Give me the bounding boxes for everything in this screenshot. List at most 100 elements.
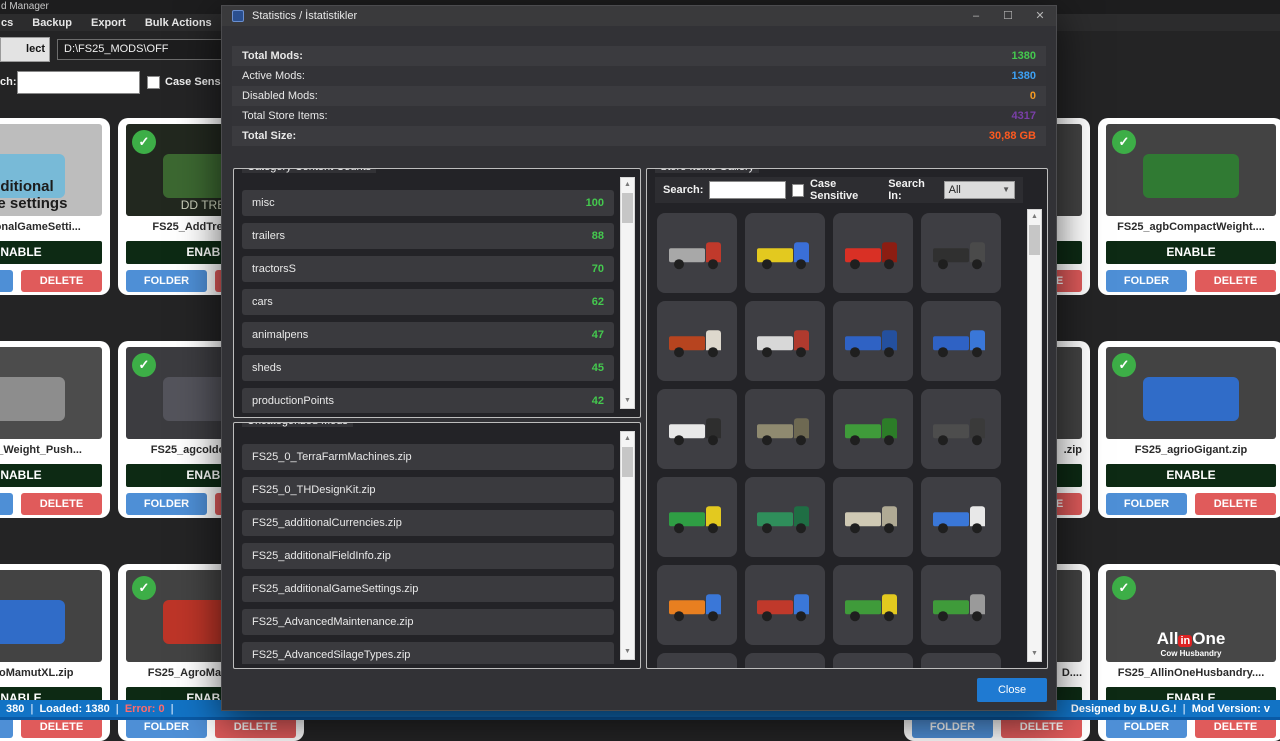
folder-button[interactable]: FOLDER [126,493,207,515]
vehicle-wheel [850,435,860,445]
store-item-tile[interactable] [657,213,737,293]
store-item-tile[interactable] [745,301,825,381]
case-sensitive-checkbox[interactable] [147,76,160,89]
search-input[interactable] [17,71,140,94]
delete-button[interactable]: DELETE [1195,493,1276,515]
category-row[interactable]: productionPoints42 [242,388,614,413]
store-item-tile[interactable] [833,565,913,645]
store-item-tile[interactable] [921,389,1001,469]
scroll-down-icon[interactable]: ▼ [1028,647,1041,661]
folder-button[interactable]: FOLDER [0,270,13,292]
search-in-dropdown[interactable]: All ▼ [944,181,1015,199]
uncategorized-mod-row[interactable]: FS25_additionalFieldInfo.zip [242,543,614,569]
thumbnail-caption: AllinOneCow Husbandry [1106,570,1276,662]
category-row[interactable]: animalpens47 [242,322,614,348]
enable-button[interactable]: ENABLE [1106,464,1276,487]
category-scrollbar[interactable]: ▲ ▼ [620,177,635,409]
category-row[interactable]: misc100 [242,190,614,216]
delete-button[interactable]: DELETE [21,270,102,292]
store-item-tile[interactable] [833,389,913,469]
scroll-thumb[interactable] [622,193,633,223]
gallery-scrollbar[interactable]: ▲ ▼ [1027,209,1042,662]
scroll-down-icon[interactable]: ▼ [621,394,634,408]
menu-item-bulk-actions[interactable]: Bulk Actions [145,17,212,29]
uncategorized-mod-name: FS25_AdvancedSilageTypes.zip [252,649,410,661]
close-button[interactable]: Close [977,678,1047,702]
store-item-tile[interactable] [833,477,913,557]
status-segment: Designed by B.U.G.! [1065,703,1183,715]
gallery-case-sensitive-checkbox[interactable] [792,184,804,197]
store-item-tile[interactable] [921,565,1001,645]
vehicle-wheel [850,523,860,533]
menu-item-cs[interactable]: cs [1,17,13,29]
store-item-tile[interactable] [745,565,825,645]
category-row[interactable]: trailers88 [242,223,614,249]
store-item-tile[interactable] [921,477,1001,557]
store-item-tile[interactable] [745,389,825,469]
uncategorized-scrollbar[interactable]: ▲ ▼ [620,431,635,660]
category-name: productionPoints [252,395,334,407]
scroll-up-icon[interactable]: ▲ [1028,210,1041,224]
folder-button[interactable]: FOLDER [0,493,13,515]
category-name: tractorsS [252,263,296,275]
store-item-tile[interactable] [833,653,913,668]
dialog-titlebar: Statistics / İstatistikler – ☐ ✕ [222,6,1056,26]
scroll-thumb[interactable] [1029,225,1040,255]
store-item-tile[interactable] [921,653,1001,668]
store-item-image [933,415,989,445]
store-item-tile[interactable] [921,301,1001,381]
uncategorized-mod-row[interactable]: FS25_AdvancedMaintenance.zip [242,609,614,635]
stat-row: Disabled Mods:0 [232,86,1046,106]
maximize-button[interactable]: ☐ [992,6,1024,26]
store-item-tile[interactable] [657,653,737,668]
store-item-image [933,239,989,269]
delete-button[interactable]: DELETE [21,493,102,515]
scroll-up-icon[interactable]: ▲ [621,432,634,446]
store-item-tile[interactable] [745,653,825,668]
category-row[interactable]: cars62 [242,289,614,315]
store-item-image [669,327,725,357]
gallery-case-sensitive-label: Case Sensitive [810,178,882,202]
store-item-image [757,327,813,357]
vehicle-wheel [938,435,948,445]
uncategorized-mod-row[interactable]: FS25_0_TerraFarmMachines.zip [242,444,614,470]
uncategorized-mod-row[interactable]: FS25_additionalGameSettings.zip [242,576,614,602]
store-item-tile[interactable] [745,213,825,293]
store-item-tile[interactable] [833,301,913,381]
scroll-thumb[interactable] [622,447,633,477]
enable-button[interactable]: ENABLE [0,241,102,264]
store-item-tile[interactable] [657,389,737,469]
close-window-button[interactable]: ✕ [1024,6,1056,26]
category-row[interactable]: sheds45 [242,355,614,381]
enable-button[interactable]: ENABLE [0,464,102,487]
uncategorized-mod-row[interactable]: FS25_additionalCurrencies.zip [242,510,614,536]
uncategorized-mod-row[interactable]: FS25_0_THDesignKit.zip [242,477,614,503]
category-row[interactable]: tractorsS70 [242,256,614,282]
gallery-search-input[interactable] [709,181,785,199]
uncategorized-mod-row[interactable]: FS25_AdvancedSilageTypes.zip [242,642,614,664]
scroll-up-icon[interactable]: ▲ [621,178,634,192]
store-item-tile[interactable] [657,565,737,645]
folder-button[interactable]: FOLDER [1106,493,1187,515]
enable-button[interactable]: ENABLE [1106,241,1276,264]
store-item-tile[interactable] [833,213,913,293]
uncategorized-mod-name: FS25_additionalCurrencies.zip [252,517,402,529]
vehicle-wheel [938,611,948,621]
card-button-row: FOLDER DELETE [1106,493,1276,515]
menu-item-export[interactable]: Export [91,17,126,29]
scroll-down-icon[interactable]: ▼ [621,645,634,659]
status-right: Designed by B.U.G.!|Mod Version: v [1065,703,1276,715]
status-segment: Error: 0 [119,703,171,715]
folder-button[interactable]: FOLDER [126,270,207,292]
store-item-tile[interactable] [921,213,1001,293]
gallery-search-in-label: Search In: [888,178,937,202]
minimize-button[interactable]: – [960,6,992,26]
vehicle-wheel [884,259,894,269]
folder-button[interactable]: FOLDER [1106,270,1187,292]
delete-button[interactable]: DELETE [1195,270,1276,292]
select-folder-button[interactable]: lect Folder [0,37,50,62]
store-item-tile[interactable] [657,301,737,381]
menu-item-backup[interactable]: Backup [32,17,72,29]
store-item-tile[interactable] [745,477,825,557]
store-item-tile[interactable] [657,477,737,557]
